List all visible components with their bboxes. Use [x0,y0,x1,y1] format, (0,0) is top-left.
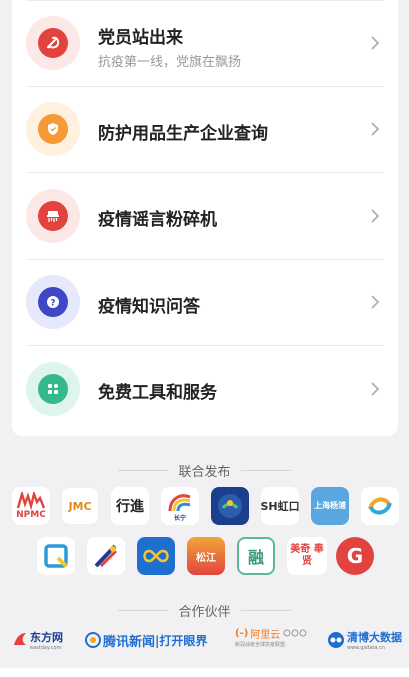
qingbo-mark-icon [328,632,344,648]
g-circle-logo[interactable]: G [336,537,374,575]
cloud-link-logo[interactable] [137,537,175,575]
emblem-logo[interactable] [211,487,249,525]
menu-item-protective-supplies[interactable]: 防护用品生产企业查询 [26,87,384,173]
tencent-news-logo[interactable]: 腾讯新闻 |打开眼界 [85,628,220,652]
menu-item-title: 防护用品生产企业查询 [98,123,268,144]
partners-title: 合作伙伴 [178,605,231,620]
menu-item-party-members[interactable]: 党员站出来 抗疫第一线，党旗在飘扬 [26,0,384,87]
qingbo-text: 清博大数据 [347,631,402,644]
olympic-rings-icon [283,629,307,636]
rainbow-logo[interactable]: 长宁 [161,487,199,525]
toolbox-icon-halo [26,362,80,417]
joint-release-title: 联合发布 [178,465,231,480]
qingbo-logo[interactable]: 清博大数据 www.gsdata.cn [327,628,402,652]
tencent-news-extra: |打开眼界 [155,633,208,648]
party-emblem-icon-halo [26,16,80,71]
eastday-mark-icon [14,633,26,645]
menu-item-title: 党员站出来 [98,28,183,48]
swirl-logo[interactable] [361,487,399,525]
calligraphy-logo-text: 行進 [116,499,144,515]
menu-item-knowledge-qa[interactable]: ? 疫情知识问答 [26,260,384,346]
menu-item-subtitle: 抗疫第一线，党旗在飘扬 [98,55,242,70]
aliyun-logo[interactable]: (-) 阿里云 新冠战疫全球抗疫联盟 [235,626,317,650]
songjiang-logo-text: 松江 [196,552,216,564]
rong-logo-text: 融 [247,548,264,567]
square-q-logo[interactable] [37,537,75,575]
chevron-right-icon [371,122,380,136]
sh-hongkou-logo-text: SH虹口 [261,500,299,513]
rainbow-logo-text: 长宁 [173,514,186,522]
fengxian-logo[interactable]: 美奇 奉贤 [287,537,327,575]
shredder-icon [38,200,68,231]
menu-item-title: 免费工具和服务 [98,383,217,403]
joint-release-heading: 联合发布 [0,461,409,480]
chevron-right-icon [371,382,380,396]
yangpu-logo-text: 上海杨浦 [314,501,346,510]
tencent-news-icon [85,632,101,648]
shredder-icon-halo [26,188,80,243]
jmc-logo-text: JMC [68,499,92,513]
aliyun-text: 阿里云 [250,630,281,641]
divider [241,470,291,471]
g-circle-logo-text: G [346,544,364,568]
calligraphy-logo[interactable]: 行進 [111,487,149,525]
party-emblem-icon [38,28,68,59]
qingbo-sub: www.gsdata.cn [347,645,385,651]
shield-icon [38,114,68,145]
svg-text:?: ? [50,299,55,309]
tencent-news-text: 腾讯新闻 [103,634,156,650]
menu-item-rumor-shredder[interactable]: 疫情谣言粉碎机 [26,173,384,260]
npmc-logo[interactable]: NPMC [12,487,50,525]
chevron-right-icon [371,36,380,50]
divider [118,470,168,471]
divider [118,610,168,611]
rong-logo[interactable]: 融 [237,537,275,575]
sh-hongkou-logo[interactable]: SH虹口 [261,487,299,525]
menu-item-free-tools[interactable]: 免费工具和服务 [26,346,384,433]
menu-list: 党员站出来 抗疫第一线，党旗在飘扬 防护用品生产企业查询 疫情谣言粉碎机 ? 疫… [12,0,398,433]
chevron-right-icon [371,295,380,309]
eastday-text: 东方网 [30,631,63,644]
bottom-bar [0,668,409,677]
shield-icon-halo [26,102,80,157]
question-icon: ? [38,287,68,318]
services-card: 党员站出来 抗疫第一线，党旗在飘扬 防护用品生产企业查询 疫情谣言粉碎机 ? 疫… [12,0,398,436]
eastday-sub: eastday.com [30,645,62,651]
aliyun-bracket-icon: (-) [235,628,249,639]
menu-item-title: 疫情谣言粉碎机 [98,210,217,230]
npmc-logo-text: NPMC [16,510,46,520]
partners-heading: 合作伙伴 [0,601,409,620]
rocket-logo[interactable] [87,537,125,575]
eastday-logo[interactable]: 东方网 eastday.com [12,628,72,652]
question-icon-halo: ? [26,275,80,330]
jmc-logo[interactable]: JMC [61,487,99,525]
chevron-right-icon [371,209,380,223]
fengxian-logo-text: 美奇 奉贤 [290,544,324,567]
aliyun-sub: 新冠战疫全球抗疫联盟 [235,642,286,648]
menu-item-title: 疫情知识问答 [98,296,200,317]
yangpu-logo[interactable]: 上海杨浦 [311,487,349,525]
toolbox-icon [38,374,68,405]
songjiang-logo[interactable]: 松江 [187,537,225,575]
divider [241,610,291,611]
